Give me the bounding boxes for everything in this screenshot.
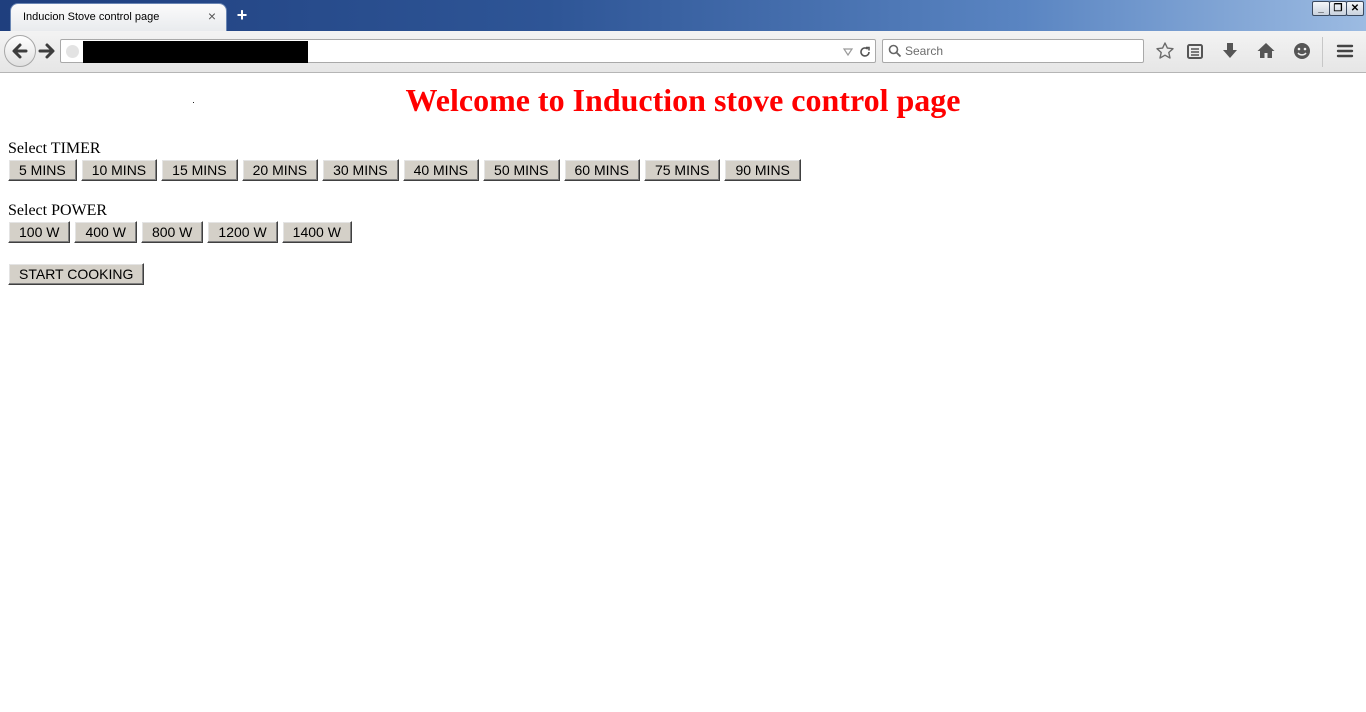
restore-button[interactable]: ❐ <box>1329 1 1347 16</box>
back-button[interactable] <box>4 35 36 67</box>
forward-icon <box>38 43 55 59</box>
power-button-group: 100 W 400 W 800 W 1200 W 1400 W <box>8 221 352 243</box>
page-title: Welcome to Induction stove control page <box>405 82 961 118</box>
timer-option-button[interactable]: 50 MINS <box>483 159 560 181</box>
timer-option-button[interactable]: 40 MINS <box>402 159 480 181</box>
timer-option-button[interactable]: 75 MINS <box>643 159 721 181</box>
forward-button[interactable] <box>36 40 58 62</box>
power-option-button[interactable]: 400 W <box>74 221 137 243</box>
page-content: Welcome to Induction stove control page … <box>0 74 1366 712</box>
url-history-dropdown-icon[interactable] <box>842 46 854 58</box>
timer-button-group: 5 MINS 10 MINS 15 MINS 20 MINS 30 MINS 40 MIN… <box>8 159 801 181</box>
power-option-button[interactable]: 100 W <box>8 221 71 243</box>
power-option-button[interactable]: 1400 W <box>281 221 352 243</box>
tab-title: Inducion Stove control page <box>23 11 160 23</box>
tab-close-icon[interactable]: × <box>204 8 220 24</box>
site-identity-icon[interactable] <box>66 45 79 58</box>
search-bar[interactable] <box>882 39 1144 63</box>
search-icon <box>888 44 902 58</box>
reload-icon[interactable] <box>858 45 872 59</box>
url-redacted <box>83 41 308 63</box>
browser-tab[interactable]: Inducion Stove control page × <box>10 3 227 31</box>
bookmark-star-icon[interactable] <box>1155 41 1175 61</box>
menu-icon[interactable] <box>1335 41 1355 61</box>
close-window-button[interactable]: ✕ <box>1346 1 1364 16</box>
navigation-toolbar <box>0 31 1366 73</box>
search-input[interactable] <box>905 42 1139 60</box>
start-row: START COOKING <box>8 263 145 285</box>
timer-option-button[interactable]: 30 MINS <box>322 159 399 181</box>
url-bar[interactable] <box>60 39 876 63</box>
power-option-button[interactable]: 1200 W <box>207 221 278 243</box>
hello-icon[interactable] <box>1292 41 1312 61</box>
reading-list-icon[interactable] <box>1185 41 1205 61</box>
timer-option-button[interactable]: 90 MINS <box>724 159 801 181</box>
window-titlebar: Inducion Stove control page × + _ ❐ ✕ <box>0 0 1366 31</box>
timer-option-button[interactable]: 10 MINS <box>80 159 158 181</box>
back-icon <box>12 43 28 59</box>
toolbar-separator <box>1322 37 1323 67</box>
timer-option-button[interactable]: 20 MINS <box>241 159 319 181</box>
download-icon[interactable] <box>1220 41 1240 61</box>
timer-option-button[interactable]: 5 MINS <box>8 159 77 181</box>
timer-label: Select TIMER <box>8 140 101 157</box>
start-cooking-button[interactable]: START COOKING <box>8 263 145 285</box>
timer-option-button[interactable]: 15 MINS <box>161 159 238 181</box>
power-label: Select POWER <box>8 202 108 219</box>
new-tab-button[interactable]: + <box>233 6 251 24</box>
power-option-button[interactable]: 800 W <box>140 221 204 243</box>
home-icon[interactable] <box>1256 41 1276 61</box>
timer-option-button[interactable]: 60 MINS <box>563 159 640 181</box>
minimize-button[interactable]: _ <box>1312 1 1330 16</box>
